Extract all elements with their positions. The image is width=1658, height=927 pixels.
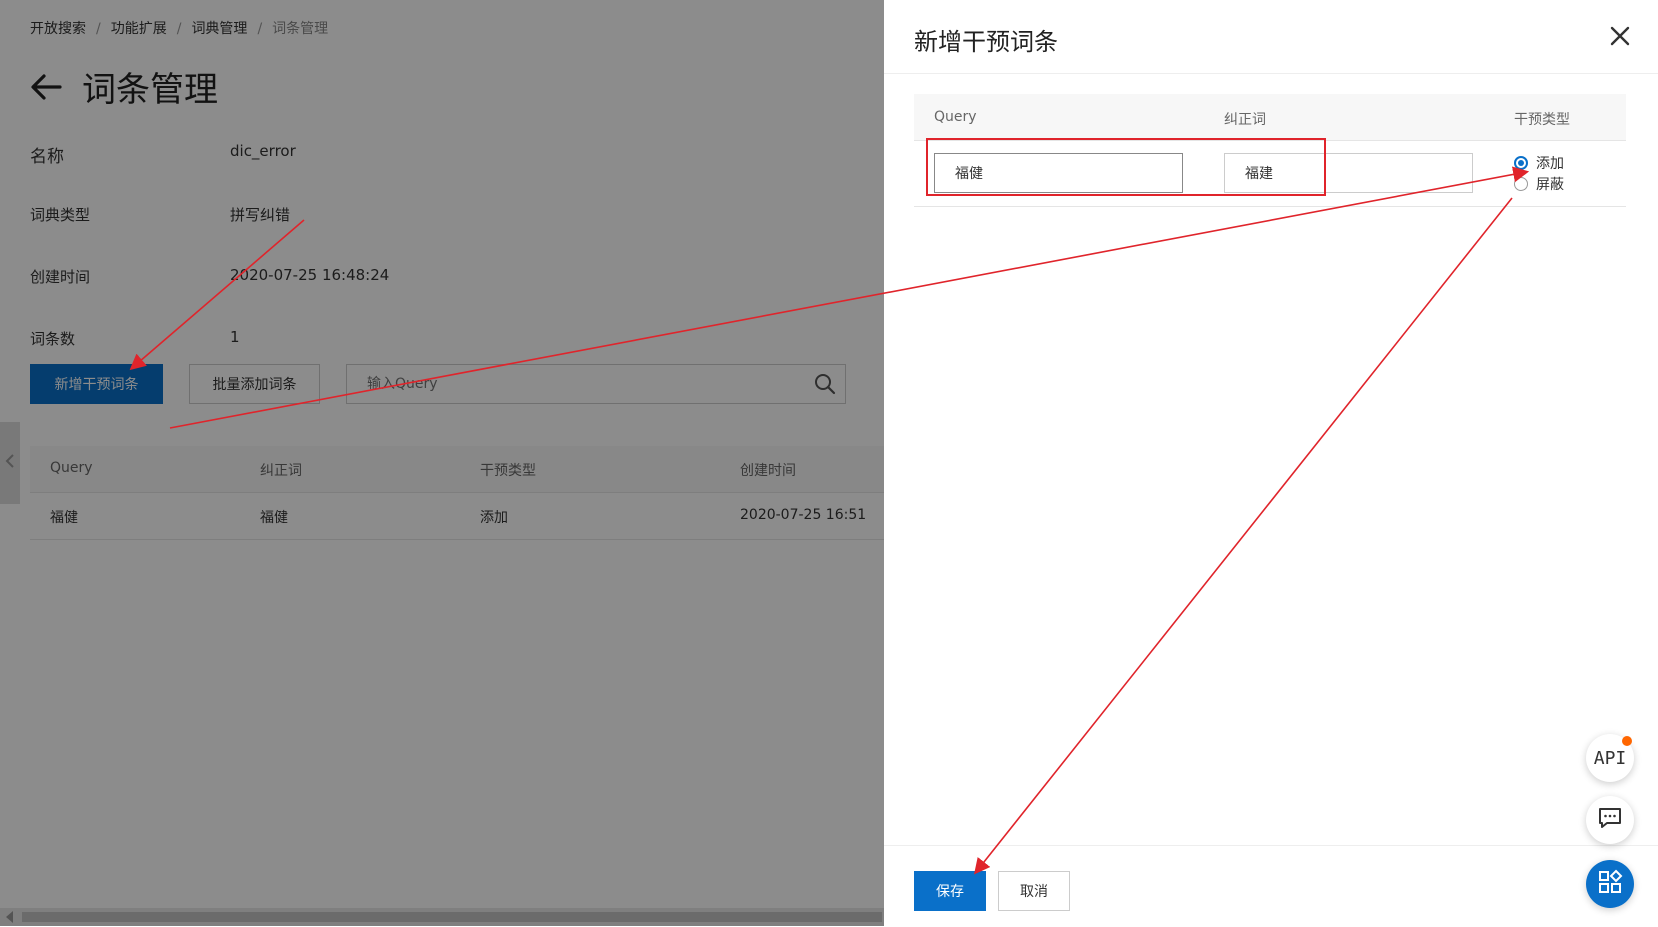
drawer-title: 新增干预词条 bbox=[914, 28, 1058, 56]
drawer-table-header: Query 纠正词 干预类型 bbox=[914, 94, 1626, 141]
modal-overlay[interactable] bbox=[0, 0, 884, 926]
chat-float-button[interactable] bbox=[1586, 796, 1634, 844]
apps-float-button[interactable] bbox=[1586, 860, 1634, 908]
notification-dot bbox=[1622, 736, 1632, 746]
drawer-header: 新增干预词条 bbox=[884, 0, 1658, 74]
close-icon[interactable] bbox=[1608, 24, 1632, 48]
save-button[interactable]: 保存 bbox=[914, 871, 986, 911]
drawer-footer: 保存 取消 bbox=[884, 845, 1658, 927]
drawer-column-query: Query bbox=[934, 109, 977, 125]
chat-icon bbox=[1597, 806, 1623, 834]
radio-block[interactable] bbox=[1514, 177, 1528, 191]
drawer-column-type: 干预类型 bbox=[1514, 112, 1570, 128]
api-label: API bbox=[1593, 747, 1627, 769]
drawer-column-correction: 纠正词 bbox=[1224, 112, 1266, 128]
radio-block-label: 屏蔽 bbox=[1536, 177, 1564, 193]
radio-option-add[interactable]: 添加 bbox=[1514, 153, 1564, 173]
apps-icon bbox=[1597, 869, 1623, 899]
api-float-button[interactable]: API bbox=[1586, 734, 1634, 782]
radio-option-block[interactable]: 屏蔽 bbox=[1514, 174, 1564, 194]
cancel-button[interactable]: 取消 bbox=[998, 871, 1070, 911]
radio-add-label: 添加 bbox=[1536, 156, 1564, 172]
radio-add[interactable] bbox=[1514, 156, 1528, 170]
annotation-highlight-box bbox=[926, 138, 1326, 196]
